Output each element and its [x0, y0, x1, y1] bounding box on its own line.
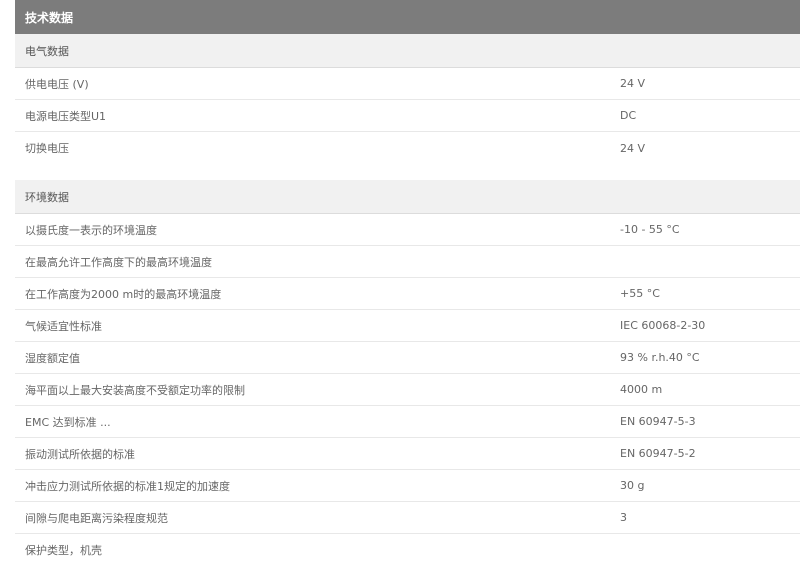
row-value: 4000 m: [620, 383, 663, 396]
table-row: 间隙与爬电距离污染程度规范 3: [15, 502, 800, 534]
table-row: 电源电压类型U1 DC: [15, 100, 800, 132]
row-value: -10 - 55 °C: [620, 223, 680, 236]
row-label: 振动测试所依据的标准: [25, 447, 135, 461]
row-label: 电源电压类型U1: [25, 109, 107, 123]
row-label: 供电电压 (V): [25, 77, 89, 91]
table-row: 冲击应力测试所依据的标准1规定的加速度 30 g: [15, 470, 800, 502]
electrical-section-header: 电气数据: [15, 34, 800, 68]
row-label: 以摄氏度一表示的环境温度: [25, 223, 157, 237]
table-row: 在最高允许工作高度下的最高环境温度: [15, 246, 800, 278]
table-row: 湿度额定值 93 % r.h.40 °C: [15, 342, 800, 374]
environment-section-title: 环境数据: [25, 190, 69, 204]
row-value: 24 V: [620, 141, 646, 155]
tech-data-page: 技术数据 电气数据 供电电压 (V) 24 V 电源电压类型U1 DC 切换电压…: [0, 0, 800, 575]
electrical-section-title: 电气数据: [25, 44, 69, 58]
row-label: 在工作高度为2000 m时的最高环境温度: [25, 287, 222, 301]
table-row: 保护类型，机壳: [15, 534, 800, 566]
row-value: +55 °C: [620, 287, 660, 300]
row-value: 24 V: [620, 77, 646, 90]
tech-data-title: 技术数据: [25, 10, 74, 25]
row-value: EN 60947-5-3: [620, 415, 696, 428]
row-label: EMC 达到标准 ...: [25, 415, 111, 429]
table-row: 以摄氏度一表示的环境温度 -10 - 55 °C: [15, 214, 800, 246]
table-row: 供电电压 (V) 24 V: [15, 68, 800, 100]
environment-section-header: 环境数据: [15, 180, 800, 214]
table-row: 振动测试所依据的标准 EN 60947-5-2: [15, 438, 800, 470]
row-label: 冲击应力测试所依据的标准1规定的加速度: [25, 479, 230, 493]
tech-data-header: 技术数据: [15, 0, 800, 34]
table-row: 海平面以上最大安装高度不受额定功率的限制 4000 m: [15, 374, 800, 406]
table-row: 在工作高度为2000 m时的最高环境温度 +55 °C: [15, 278, 800, 310]
row-label: 切换电压: [25, 142, 69, 155]
row-label: 在最高允许工作高度下的最高环境温度: [25, 255, 212, 269]
row-label: 海平面以上最大安装高度不受额定功率的限制: [25, 383, 245, 397]
table-row: 气候适宜性标准 IEC 60068-2-30: [15, 310, 800, 342]
row-value: 93 % r.h.40 °C: [620, 351, 700, 364]
row-label: 间隙与爬电距离污染程度规范: [25, 511, 168, 525]
table-row: 切换电压 24 V: [15, 132, 800, 164]
row-value: 3: [620, 511, 627, 524]
table-row: EMC 达到标准 ... EN 60947-5-3: [15, 406, 800, 438]
row-value: 30 g: [620, 479, 645, 492]
row-label: 保护类型，机壳: [25, 544, 102, 557]
row-label: 湿度额定值: [25, 351, 80, 365]
row-value: EN 60947-5-2: [620, 447, 696, 460]
row-value: DC: [620, 109, 637, 122]
row-value: IEC 60068-2-30: [620, 319, 706, 332]
row-label: 气候适宜性标准: [25, 319, 102, 333]
